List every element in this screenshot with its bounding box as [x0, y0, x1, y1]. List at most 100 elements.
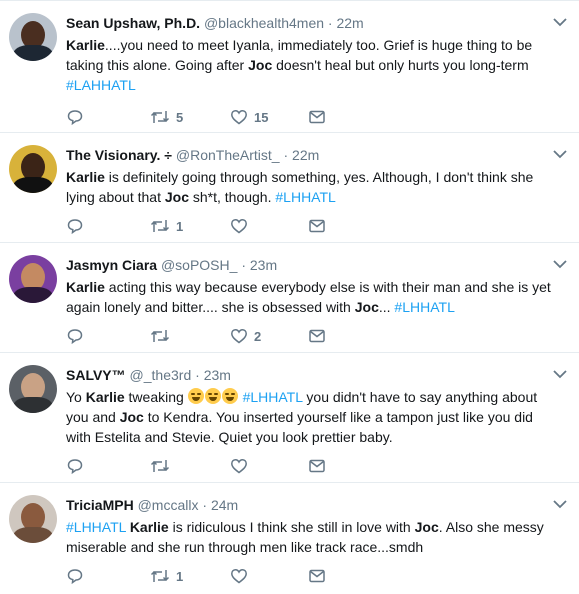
- message-button[interactable]: [308, 325, 326, 347]
- tweet[interactable]: TriciaMPH @mccallx · 24m #LHHATL Karlie …: [0, 483, 579, 594]
- user-handle[interactable]: @_the3rd: [130, 367, 192, 383]
- retweet-button[interactable]: [150, 455, 176, 477]
- timestamp[interactable]: 24m: [211, 497, 238, 513]
- avatar[interactable]: [9, 255, 57, 303]
- keyword-highlight: Joc: [164, 189, 189, 205]
- separator-dot: ·: [241, 257, 246, 273]
- tweet[interactable]: Sean Upshaw, Ph.D. @blackhealth4men · 22…: [0, 1, 579, 133]
- retweet-button[interactable]: 5: [150, 106, 183, 128]
- user-fullname[interactable]: Sean Upshaw, Ph.D.: [66, 15, 200, 31]
- reply-button[interactable]: [66, 106, 84, 128]
- tweet[interactable]: SALVY™ @_the3rd · 23m Yo Karlie tweaking…: [0, 353, 579, 483]
- heart-icon: [231, 328, 247, 344]
- hashtag-link[interactable]: #LHHATL: [66, 519, 126, 535]
- keyword-highlight: Joc: [354, 299, 379, 315]
- like-button[interactable]: [230, 565, 254, 587]
- like-count: 15: [254, 109, 269, 125]
- envelope-icon: [309, 459, 325, 473]
- user-handle[interactable]: @RonTheArtist_: [176, 147, 280, 163]
- tweet-header: SALVY™ @_the3rd · 23m: [66, 366, 549, 384]
- tweet-text: #LHHATL Karlie is ridiculous I think she…: [66, 517, 561, 557]
- avatar[interactable]: [9, 365, 57, 413]
- heart-icon: [231, 109, 247, 125]
- retweet-button[interactable]: 1: [150, 565, 183, 587]
- chevron-down-icon[interactable]: [553, 499, 567, 509]
- tweet-actions: 2: [66, 325, 366, 347]
- keyword-highlight: Karlie: [66, 279, 105, 295]
- avatar[interactable]: [9, 13, 57, 61]
- user-handle[interactable]: @soPOSH_: [161, 257, 237, 273]
- chevron-down-icon[interactable]: [553, 259, 567, 269]
- keyword-highlight: Joc: [119, 409, 144, 425]
- message-button[interactable]: [308, 106, 326, 128]
- timestamp[interactable]: 23m: [250, 257, 277, 273]
- envelope-icon: [309, 329, 325, 343]
- laughing-emoji-icon: [187, 388, 204, 404]
- user-fullname[interactable]: SALVY™: [66, 367, 126, 383]
- hashtag-link[interactable]: #LAHHATL: [66, 77, 136, 93]
- user-handle[interactable]: @mccallx: [138, 497, 199, 513]
- chevron-down-icon[interactable]: [553, 17, 567, 27]
- tweet-header: Sean Upshaw, Ph.D. @blackhealth4men · 22…: [66, 14, 549, 32]
- envelope-icon: [309, 110, 325, 124]
- hashtag-link[interactable]: #LHHATL: [243, 389, 303, 405]
- tweet-text-segment: doesn't heal but only hurts you long-ter…: [272, 57, 529, 73]
- message-button[interactable]: [308, 565, 326, 587]
- like-button[interactable]: 2: [230, 325, 261, 347]
- retweet-count: 5: [176, 109, 184, 125]
- tweet-header: The Visionary. ÷ @RonTheArtist_ · 22m: [66, 146, 549, 164]
- like-button[interactable]: [230, 215, 254, 237]
- avatar[interactable]: [9, 495, 57, 543]
- keyword-highlight: Karlie: [66, 169, 105, 185]
- keyword-highlight: Joc: [248, 57, 273, 73]
- timestamp[interactable]: 22m: [292, 147, 319, 163]
- keyword-highlight: Karlie: [66, 37, 105, 53]
- reply-icon: [67, 459, 83, 475]
- tweet-actions: 1: [66, 565, 366, 587]
- user-fullname[interactable]: The Visionary. ÷: [66, 147, 172, 163]
- keyword-highlight: Karlie: [85, 389, 125, 405]
- tweet-text-segment: sh*t, though.: [188, 189, 276, 205]
- like-count: 2: [254, 328, 262, 344]
- tweet-text-segment: acting this way because everybody else i…: [66, 279, 551, 315]
- timestamp[interactable]: 23m: [204, 367, 231, 383]
- envelope-icon: [309, 569, 325, 583]
- user-handle[interactable]: @blackhealth4men: [204, 15, 324, 31]
- hashtag-link[interactable]: #LHHATL: [275, 189, 335, 205]
- tweet[interactable]: Jasmyn Ciara @soPOSH_ · 23m Karlie actin…: [0, 243, 579, 353]
- separator-dot: ·: [195, 367, 200, 383]
- reply-button[interactable]: [66, 455, 84, 477]
- reply-icon: [67, 569, 83, 585]
- keyword-highlight: Joc: [414, 519, 439, 535]
- retweet-button[interactable]: 1: [150, 215, 183, 237]
- reply-button[interactable]: [66, 565, 84, 587]
- tweet-text: Karlie acting this way because everybody…: [66, 277, 561, 317]
- tweet-header: TriciaMPH @mccallx · 24m: [66, 496, 549, 514]
- laughing-emoji-icon: [221, 388, 238, 404]
- envelope-icon: [309, 219, 325, 233]
- retweet-button[interactable]: [150, 325, 176, 347]
- reply-button[interactable]: [66, 325, 84, 347]
- timestamp[interactable]: 22m: [336, 15, 363, 31]
- chevron-down-icon[interactable]: [553, 369, 567, 379]
- message-button[interactable]: [308, 455, 326, 477]
- avatar[interactable]: [9, 145, 57, 193]
- tweet-actions: 1: [66, 215, 366, 237]
- reply-button[interactable]: [66, 215, 84, 237]
- message-button[interactable]: [308, 215, 326, 237]
- reply-icon: [67, 219, 83, 235]
- like-button[interactable]: 15: [230, 106, 268, 128]
- heart-icon: [231, 458, 247, 474]
- chevron-down-icon[interactable]: [553, 149, 567, 159]
- retweet-icon: [150, 570, 170, 582]
- retweet-count: 1: [176, 568, 184, 584]
- hashtag-link[interactable]: #LHHATL: [394, 299, 454, 315]
- tweet-text: Karlie....you need to meet Iyanla, immed…: [66, 35, 561, 95]
- user-fullname[interactable]: Jasmyn Ciara: [66, 257, 157, 273]
- like-button[interactable]: [230, 455, 254, 477]
- user-fullname[interactable]: TriciaMPH: [66, 497, 134, 513]
- separator-dot: ·: [202, 497, 208, 513]
- retweet-icon: [150, 111, 170, 123]
- tweet[interactable]: The Visionary. ÷ @RonTheArtist_ · 22m Ka…: [0, 133, 579, 243]
- heart-icon: [231, 218, 247, 234]
